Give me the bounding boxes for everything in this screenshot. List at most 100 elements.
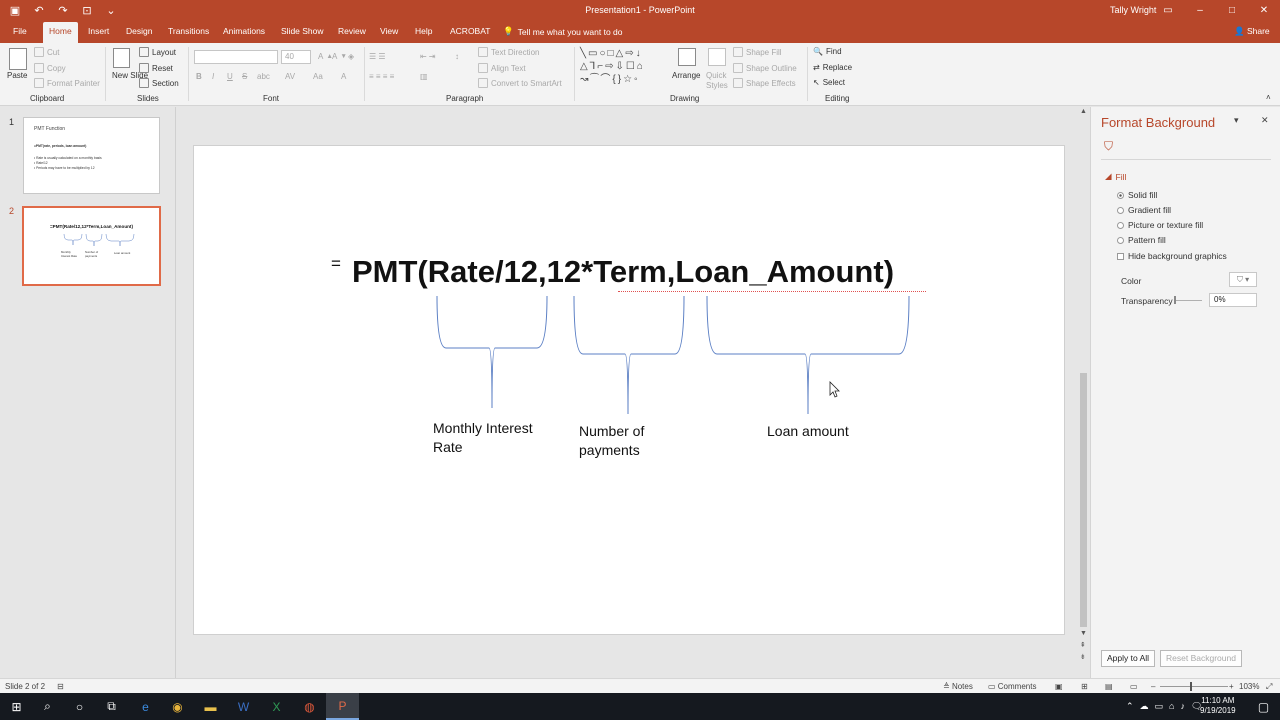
quick-styles-button[interactable]: Quick Styles <box>706 71 728 91</box>
word-icon[interactable]: W <box>227 693 260 720</box>
tell-me-box[interactable]: 💡 Tell me what you want to do <box>503 26 622 37</box>
zoom-in-icon[interactable]: + <box>1229 682 1234 691</box>
text-direction-button[interactable]: Text Direction <box>478 47 539 57</box>
next-slide-icon[interactable]: ⇟ <box>1080 653 1086 661</box>
tab-help[interactable]: Help <box>415 26 432 36</box>
find-button[interactable]: 🔍 Find <box>813 47 842 56</box>
tab-insert[interactable]: Insert <box>88 26 109 36</box>
transparency-slider[interactable] <box>1174 300 1202 301</box>
alignment-icons[interactable]: ≡ ≡ ≡ ≡ <box>369 72 394 81</box>
font-size-box[interactable]: 40 <box>281 50 311 64</box>
tab-design[interactable]: Design <box>126 26 152 36</box>
windows-start-icon[interactable]: ⊞ <box>0 693 33 720</box>
scroll-thumb[interactable] <box>1080 373 1087 627</box>
arrange-icon[interactable] <box>678 48 696 66</box>
reading-view-icon[interactable]: ▤ <box>1105 682 1113 691</box>
bold-button[interactable]: B <box>196 72 202 81</box>
tab-slide-show[interactable]: Slide Show <box>281 26 324 36</box>
font-name-box[interactable] <box>194 50 278 64</box>
zoom-slider[interactable] <box>1160 686 1228 687</box>
previous-slide-icon[interactable]: ⇞ <box>1080 641 1086 649</box>
zoom-slider-handle[interactable] <box>1190 682 1192 691</box>
indent-icons[interactable]: ⇤ ⇥ <box>420 52 436 61</box>
strikethrough-button[interactable]: S <box>242 72 247 81</box>
line-spacing-icon[interactable]: ↕ <box>455 52 459 61</box>
gradient-fill-option[interactable]: Gradient fill <box>1117 205 1171 215</box>
shape-effects-button[interactable]: Shape Effects <box>733 78 796 88</box>
tab-view[interactable]: View <box>380 26 398 36</box>
notification-icon[interactable]: ▢ <box>1247 693 1280 720</box>
paste-icon[interactable] <box>9 48 27 70</box>
decrease-font-icon[interactable]: A ▼ <box>332 52 347 61</box>
loan-label[interactable]: Loan amount <box>767 422 849 441</box>
quick-styles-icon[interactable] <box>708 48 726 66</box>
fill-section-header[interactable]: ◢ Fill <box>1105 171 1126 182</box>
transparency-slider-handle[interactable] <box>1174 296 1176 304</box>
fill-tab-icon[interactable]: ⛉ <box>1104 139 1113 154</box>
fit-slide-icon[interactable]: ⤢ <box>1266 682 1272 692</box>
paste-button[interactable]: Paste <box>7 71 27 80</box>
tab-review[interactable]: Review <box>338 26 366 36</box>
maximize-button[interactable]: □ <box>1216 0 1248 22</box>
zoom-out-icon[interactable]: – <box>1151 682 1155 691</box>
pane-close-icon[interactable]: ✕ <box>1261 115 1269 126</box>
excel-icon[interactable]: X <box>260 693 293 720</box>
slide-sorter-icon[interactable]: ⊞ <box>1081 682 1088 691</box>
shape-outline-button[interactable]: Shape Outline <box>733 63 797 73</box>
clear-formatting-icon[interactable]: ◈ <box>348 52 354 61</box>
scroll-up-icon[interactable]: ▲ <box>1080 108 1087 115</box>
section-button[interactable]: Section <box>139 78 179 88</box>
italic-button[interactable]: I <box>212 72 214 81</box>
character-spacing-button[interactable]: AV <box>285 72 295 81</box>
copy-button[interactable]: Copy <box>34 63 66 73</box>
normal-view-icon[interactable]: ▣ <box>1055 682 1063 691</box>
solid-fill-option[interactable]: Solid fill <box>1117 190 1157 200</box>
ribbon-display-options-icon[interactable]: ▭ <box>1152 0 1184 22</box>
replace-button[interactable]: ⇄ Replace <box>813 63 852 72</box>
comments-button[interactable]: ▭ Comments <box>988 682 1036 691</box>
pattern-fill-option[interactable]: Pattern fill <box>1117 235 1166 245</box>
tab-transitions[interactable]: Transitions <box>168 26 209 36</box>
cut-button[interactable]: Cut <box>34 47 59 57</box>
font-color-button[interactable]: A <box>341 72 346 81</box>
slide-thumbnail-2[interactable]: =PMT(Rate/12,12*Term,Loan_Amount) Monthl… <box>22 206 161 286</box>
minimize-button[interactable]: – <box>1184 0 1216 22</box>
payments-label[interactable]: Number of payments <box>579 422 644 460</box>
tab-animations[interactable]: Animations <box>223 26 265 36</box>
task-view-icon[interactable]: ⧉ <box>95 693 128 720</box>
select-button[interactable]: ↖ Select <box>813 78 845 87</box>
arrange-button[interactable]: Arrange <box>672 71 700 80</box>
reset-button[interactable]: Reset <box>139 63 173 73</box>
app-icon[interactable]: ◍ <box>293 693 326 720</box>
format-painter-button[interactable]: Format Painter <box>34 78 100 88</box>
powerpoint-icon[interactable]: P <box>326 693 359 720</box>
change-case-button[interactable]: Aa <box>313 72 323 81</box>
picture-fill-option[interactable]: Picture or texture fill <box>1117 220 1203 230</box>
notes-button[interactable]: ≜ Notes <box>943 682 973 691</box>
search-icon[interactable]: ⌕ <box>31 693 64 720</box>
rate-label[interactable]: Monthly Interest Rate <box>433 419 533 457</box>
increase-font-icon[interactable]: A ▲ <box>318 52 333 61</box>
shapes-gallery[interactable]: ╲▭○□△⇨↓ △⅂⌐⇨⇩☐⌂ ↝⁀⌒{}☆◦ <box>580 47 668 87</box>
reset-background-button[interactable]: Reset Background <box>1160 650 1242 667</box>
tab-acrobat[interactable]: ACROBAT <box>450 26 490 36</box>
payments-brace[interactable] <box>573 295 685 415</box>
align-text-button[interactable]: Align Text <box>478 63 526 73</box>
user-name[interactable]: Tally Wright <box>1110 5 1156 15</box>
edge-icon[interactable]: e <box>129 693 162 720</box>
transparency-input[interactable]: 0% <box>1209 293 1257 307</box>
convert-smartart-button[interactable]: Convert to SmartArt <box>478 78 562 88</box>
cortana-icon[interactable]: ○ <box>63 693 96 720</box>
file-explorer-icon[interactable]: ▬ <box>194 693 227 720</box>
vertical-scrollbar[interactable]: ▲ ▼ ⇞ ⇟ <box>1077 107 1090 678</box>
tab-home[interactable]: Home <box>43 22 78 43</box>
share-button[interactable]: 👤 Share <box>1234 26 1270 37</box>
loan-brace[interactable] <box>706 295 910 415</box>
system-tray-icons[interactable]: ⌃☁▭⌂♪🗨 <box>1126 701 1208 712</box>
layout-button[interactable]: Layout <box>139 47 176 57</box>
columns-icon[interactable]: ▥ <box>420 72 428 81</box>
text-shadow-button[interactable]: abc <box>257 72 270 81</box>
pane-options-icon[interactable]: ▾ <box>1234 115 1239 126</box>
clock[interactable]: 11:10 AM 9/19/2019 <box>1200 696 1236 716</box>
chrome-icon[interactable]: ◉ <box>161 693 194 720</box>
